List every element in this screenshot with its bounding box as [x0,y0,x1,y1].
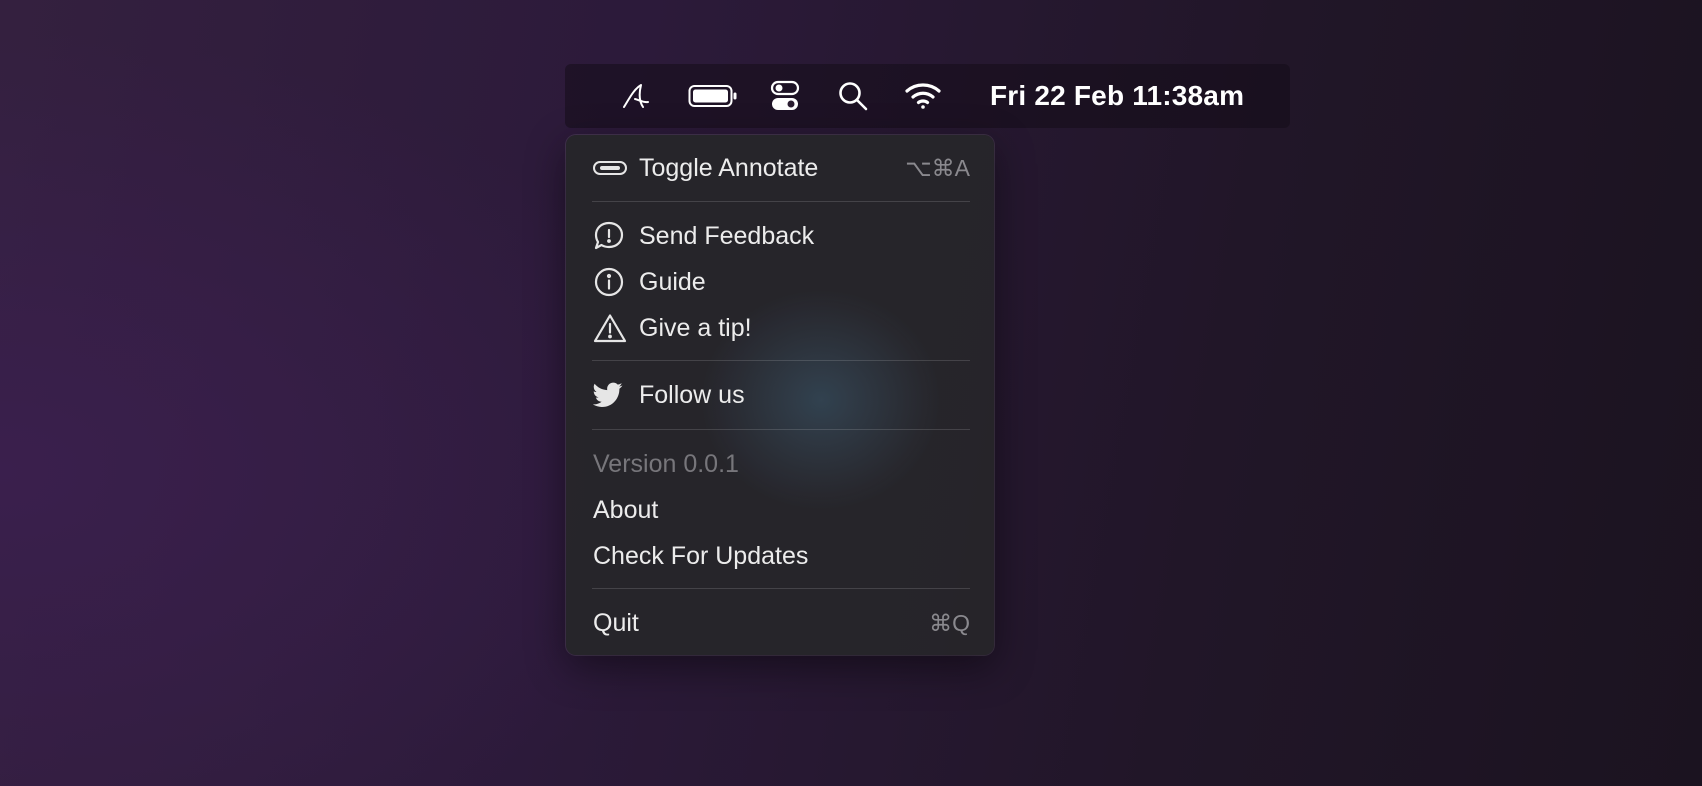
menu-item-label: About [593,495,659,524]
menu-item-guide[interactable]: Guide [566,262,994,302]
menu-item-follow-us[interactable]: Follow us [566,375,994,415]
menu-item-label: Give a tip! [639,313,752,342]
menu-separator [592,429,970,430]
toggle-icon [593,153,629,183]
menu-separator [592,588,970,589]
menu-item-label: Check For Updates [593,541,809,570]
menu-item-check-for-updates[interactable]: Check For Updates [566,536,994,576]
menu-item-about[interactable]: About [566,490,994,530]
menu-item-give-a-tip[interactable]: Give a tip! [566,308,994,348]
annotate-app-icon[interactable] [618,78,654,114]
keyboard-shortcut: ⌘Q [929,609,970,636]
menu-item-label: Toggle Annotate [639,153,819,182]
version-label: Version 0.0.1 [593,449,739,478]
menu-item-send-feedback[interactable]: Send Feedback [566,216,994,256]
menu-item-label: Follow us [639,380,745,409]
menu-bar-clock[interactable]: Fri 22 Feb 11:38am [990,78,1244,114]
menu-item-toggle-annotate[interactable]: Toggle Annotate ⌥⌘A [566,148,994,188]
spotlight-search-icon[interactable] [835,78,871,114]
menu-item-label: Send Feedback [639,221,815,250]
menu-separator [592,360,970,361]
menu-item-label: Quit [593,608,639,637]
menu-item-version: Version 0.0.1 [566,444,994,484]
menu-separator [592,201,970,202]
wifi-icon[interactable] [903,78,943,114]
menu-bar: Fri 22 Feb 11:38am [565,64,1290,128]
info-circle-icon [593,267,629,297]
app-dropdown-menu: Toggle Annotate ⌥⌘A Send Feedback Guide [566,135,994,655]
control-center-icon[interactable] [767,78,803,114]
feedback-bubble-icon [593,221,629,251]
menu-item-quit[interactable]: Quit ⌘Q [566,603,994,643]
warning-triangle-icon [593,313,629,343]
battery-icon[interactable] [687,78,739,114]
keyboard-shortcut: ⌥⌘A [905,154,970,181]
menu-item-label: Guide [639,267,706,296]
twitter-bird-icon [593,380,629,410]
